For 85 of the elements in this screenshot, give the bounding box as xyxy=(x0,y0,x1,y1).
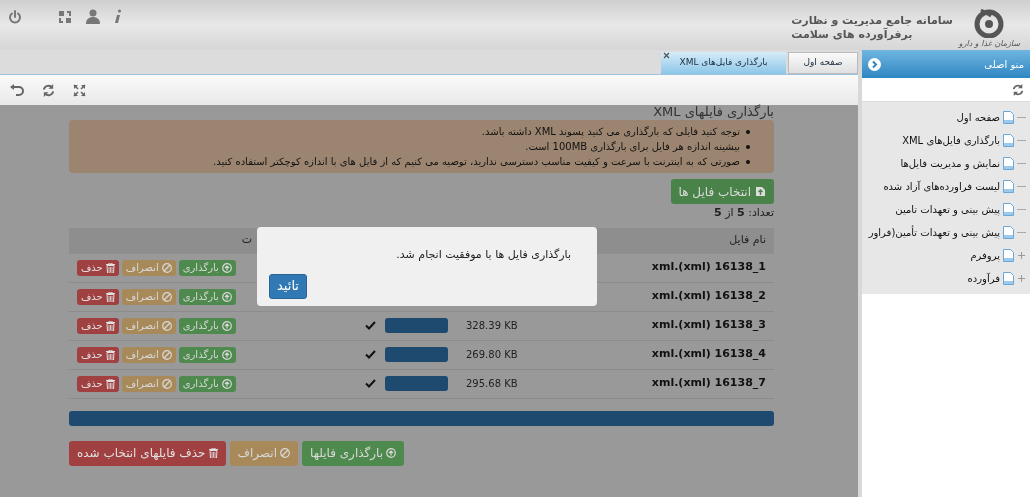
cancel-icon xyxy=(280,448,290,458)
file-name: xml.(xml) 16138_7 xyxy=(650,375,766,392)
document-icon xyxy=(1003,157,1014,170)
upload-icon xyxy=(221,320,232,331)
cancel-icon xyxy=(161,378,172,389)
refresh-icon[interactable] xyxy=(42,83,55,97)
menu-item[interactable]: پیش بینی و تعهدات تامین xyxy=(895,202,1000,217)
file-name: xml.(xml) 16138_4 xyxy=(650,346,766,363)
note-text: توجه کنید فایلی که بارگذاری می کنید پسوند XML داشته باشد. xyxy=(481,125,740,139)
bullet-icon xyxy=(746,159,750,164)
logo-caption: سازمان غذا و دارو xyxy=(958,38,1020,50)
upload-icon xyxy=(221,378,232,389)
undo-icon[interactable] xyxy=(10,84,24,96)
cancel-icon xyxy=(161,320,172,331)
tab[interactable]: بارگذاری فایل‌های XML xyxy=(661,52,786,74)
expand-icon[interactable] xyxy=(73,83,86,97)
document-icon xyxy=(1003,203,1014,216)
refresh-icon[interactable] xyxy=(1012,83,1024,96)
collapse-icon[interactable] xyxy=(868,57,881,71)
delete-button[interactable]: حذف xyxy=(77,346,119,363)
upload-icon xyxy=(221,262,232,273)
bullet-icon xyxy=(746,144,750,149)
dialog-message: بارگذاری فایل ها با موفقیت انجام شد. xyxy=(396,247,571,263)
close-icon[interactable] xyxy=(663,52,670,59)
menu-item[interactable]: نمایش و مدیریت فایل‌ها xyxy=(900,156,1000,171)
cancel-icon xyxy=(161,349,172,360)
user-icon[interactable] xyxy=(86,9,100,24)
file-size: 295.68 KB xyxy=(466,377,519,391)
confirm-button[interactable]: تائید xyxy=(269,273,307,299)
menu-item[interactable]: فرآورده xyxy=(967,271,1000,286)
document-icon xyxy=(1003,134,1014,147)
app-subtitle: برفرآورده های سلامت xyxy=(791,28,913,42)
file-name: xml.(xml) 16138_3 xyxy=(650,317,766,334)
menu-item[interactable]: بارگذاری فایل‌های XML xyxy=(902,133,1000,148)
trash-icon xyxy=(208,448,218,458)
upload-icon xyxy=(386,448,397,458)
upload-button[interactable]: بارگذاری فایلها xyxy=(302,440,405,466)
note-text: بیشینه اندازه هر فایل برای بارگذاری 100MB است. xyxy=(525,140,740,154)
page-title: بارگذاری فایلهای XML xyxy=(652,105,774,119)
trash-icon xyxy=(105,320,115,331)
document-icon xyxy=(1003,226,1014,239)
app-title: سامانه جامع مدیریت و نظارت xyxy=(791,14,953,28)
upload-icon xyxy=(221,291,232,302)
trash-icon xyxy=(105,262,115,273)
upload-button[interactable]: بارگذاری xyxy=(178,346,236,363)
file-name: xml.(xml) 16138_1 xyxy=(650,259,766,276)
document-icon xyxy=(1003,249,1014,262)
upload-file-icon xyxy=(755,186,766,197)
upload-icon xyxy=(221,349,232,360)
file-size: 269.80 KB xyxy=(466,348,519,362)
delete-button[interactable]: حذف xyxy=(77,317,119,334)
document-icon xyxy=(1003,180,1014,193)
column-header: ت xyxy=(241,232,252,249)
upload-button[interactable]: بارگذاری xyxy=(178,259,236,276)
cancel-icon xyxy=(161,291,172,302)
power-icon[interactable] xyxy=(8,9,22,24)
cancel-icon xyxy=(161,262,172,273)
plus-icon[interactable] xyxy=(1017,274,1026,283)
delete-button[interactable]: حذف xyxy=(77,288,119,305)
file-name: xml.(xml) 16138_2 xyxy=(650,288,766,305)
trash-icon xyxy=(105,378,115,389)
file-size: 328.39 KB xyxy=(466,319,519,333)
bullet-icon xyxy=(746,129,750,134)
document-icon xyxy=(1003,111,1014,124)
sidebar-title: منو اصلی xyxy=(984,57,1024,72)
delete-button[interactable]: حذف xyxy=(77,375,119,392)
note-text: صورتی که به اینترنت با سرعت و کیفیت مناسب دسترسی ندارید، توصیه می کنیم که از فایل های با اندازه کوچکتر استفاده کنید. xyxy=(213,155,740,169)
menu-item[interactable]: لیست فراورده‌های آزاد شده xyxy=(883,179,1000,194)
upload-button[interactable]: بارگذاری xyxy=(178,288,236,305)
column-header: نام فایل xyxy=(729,232,766,249)
tab[interactable]: صفحه اول xyxy=(788,52,858,74)
trash-icon xyxy=(105,291,115,302)
delete-button[interactable]: حذف xyxy=(77,259,119,276)
sitemap-icon[interactable] xyxy=(58,9,72,24)
upload-button[interactable]: بارگذاری xyxy=(178,317,236,334)
select-files-button[interactable]: انتخاب فایل ها xyxy=(670,179,774,204)
info-icon[interactable] xyxy=(114,9,122,24)
plus-icon[interactable] xyxy=(1017,251,1026,260)
menu-item[interactable]: صفحه اول xyxy=(956,110,1000,125)
delete-button[interactable]: حذف فایلهای انتخاب شده xyxy=(69,440,226,466)
menu-item[interactable]: پیش بینی و تعهدات تأمین(فراور xyxy=(868,225,1000,240)
trash-icon xyxy=(105,349,115,360)
document-icon xyxy=(1003,272,1014,285)
menu-item[interactable]: پروفرم xyxy=(970,248,1000,263)
upload-button[interactable]: بارگذاری xyxy=(178,375,236,392)
